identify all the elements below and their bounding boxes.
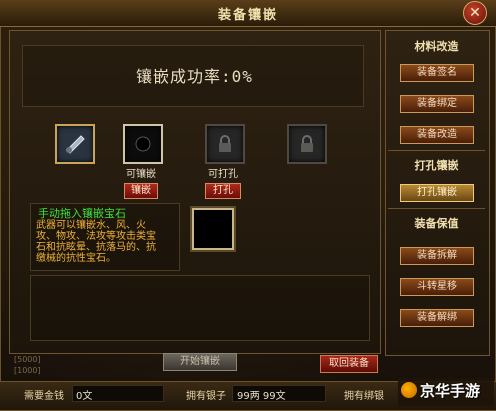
gem-socket-locked[interactable] — [205, 124, 245, 164]
retrieve-equipment-button[interactable]: 取回装备 — [320, 355, 378, 373]
section-title-socket: 打孔镶嵌 — [414, 159, 459, 172]
divider — [388, 150, 485, 151]
silver-value: 99两 99文 — [237, 391, 286, 402]
inlay-button[interactable]: 镶嵌 — [124, 183, 158, 199]
equip-bind-button[interactable]: 装备绑定 — [400, 95, 474, 113]
lock-icon — [301, 135, 313, 152]
hint-description: 武器可以镶嵌水、风、火攻、物攻、法攻等攻击类宝石和抗眩晕、抗落马的、抗缴械的抗性… — [36, 220, 156, 264]
lock-icon — [219, 135, 231, 152]
silver-label: 拥有银子 — [186, 391, 226, 402]
lower-panel — [30, 275, 370, 341]
punch-hole-button[interactable]: 打孔 — [205, 183, 241, 199]
equip-dismantle-button[interactable]: 装备拆解 — [400, 247, 474, 265]
required-money-value: 0文 — [76, 391, 93, 402]
equipment-slot[interactable] — [55, 124, 95, 164]
watermark-logo-icon — [401, 382, 417, 398]
gem-drop-slot[interactable] — [192, 208, 234, 250]
star-transfer-button[interactable]: 斗转星移 — [400, 278, 474, 296]
start-inlay-button[interactable]: 开始镶嵌 — [163, 353, 237, 371]
gem-socket-open[interactable] — [123, 124, 163, 164]
watermark-text: 京华手游 — [420, 382, 481, 400]
section-title-preserve: 装备保值 — [414, 217, 459, 230]
punch-inlay-tab-button[interactable]: 打孔镶嵌 — [400, 184, 474, 202]
section-title-material: 材料改造 — [414, 40, 459, 53]
success-rate-label: 镶嵌成功率:0% — [136, 67, 253, 86]
equip-sign-button[interactable]: 装备签名 — [400, 64, 474, 82]
equip-unbind-button[interactable]: 装备解绑 — [400, 309, 474, 327]
side-tag: [5000] — [14, 355, 41, 364]
socket-status-label: 可打孔 — [208, 169, 238, 180]
bound-silver-label: 拥有绑银 — [344, 391, 384, 402]
window-title: 装备镶嵌 — [217, 8, 278, 23]
close-icon[interactable]: ✕ — [463, 1, 487, 25]
empty-socket-icon — [135, 136, 151, 152]
divider — [388, 208, 485, 209]
equip-modify-button[interactable]: 装备改造 — [400, 126, 474, 144]
required-money-label: 需要金钱 — [24, 391, 64, 402]
hint-title: 手动拖入镶嵌宝石 — [38, 207, 126, 220]
gem-socket-locked[interactable] — [287, 124, 327, 164]
side-tag: [1000] — [14, 366, 41, 375]
equipment-icon — [66, 135, 85, 154]
socket-status-label: 可镶嵌 — [126, 169, 156, 180]
